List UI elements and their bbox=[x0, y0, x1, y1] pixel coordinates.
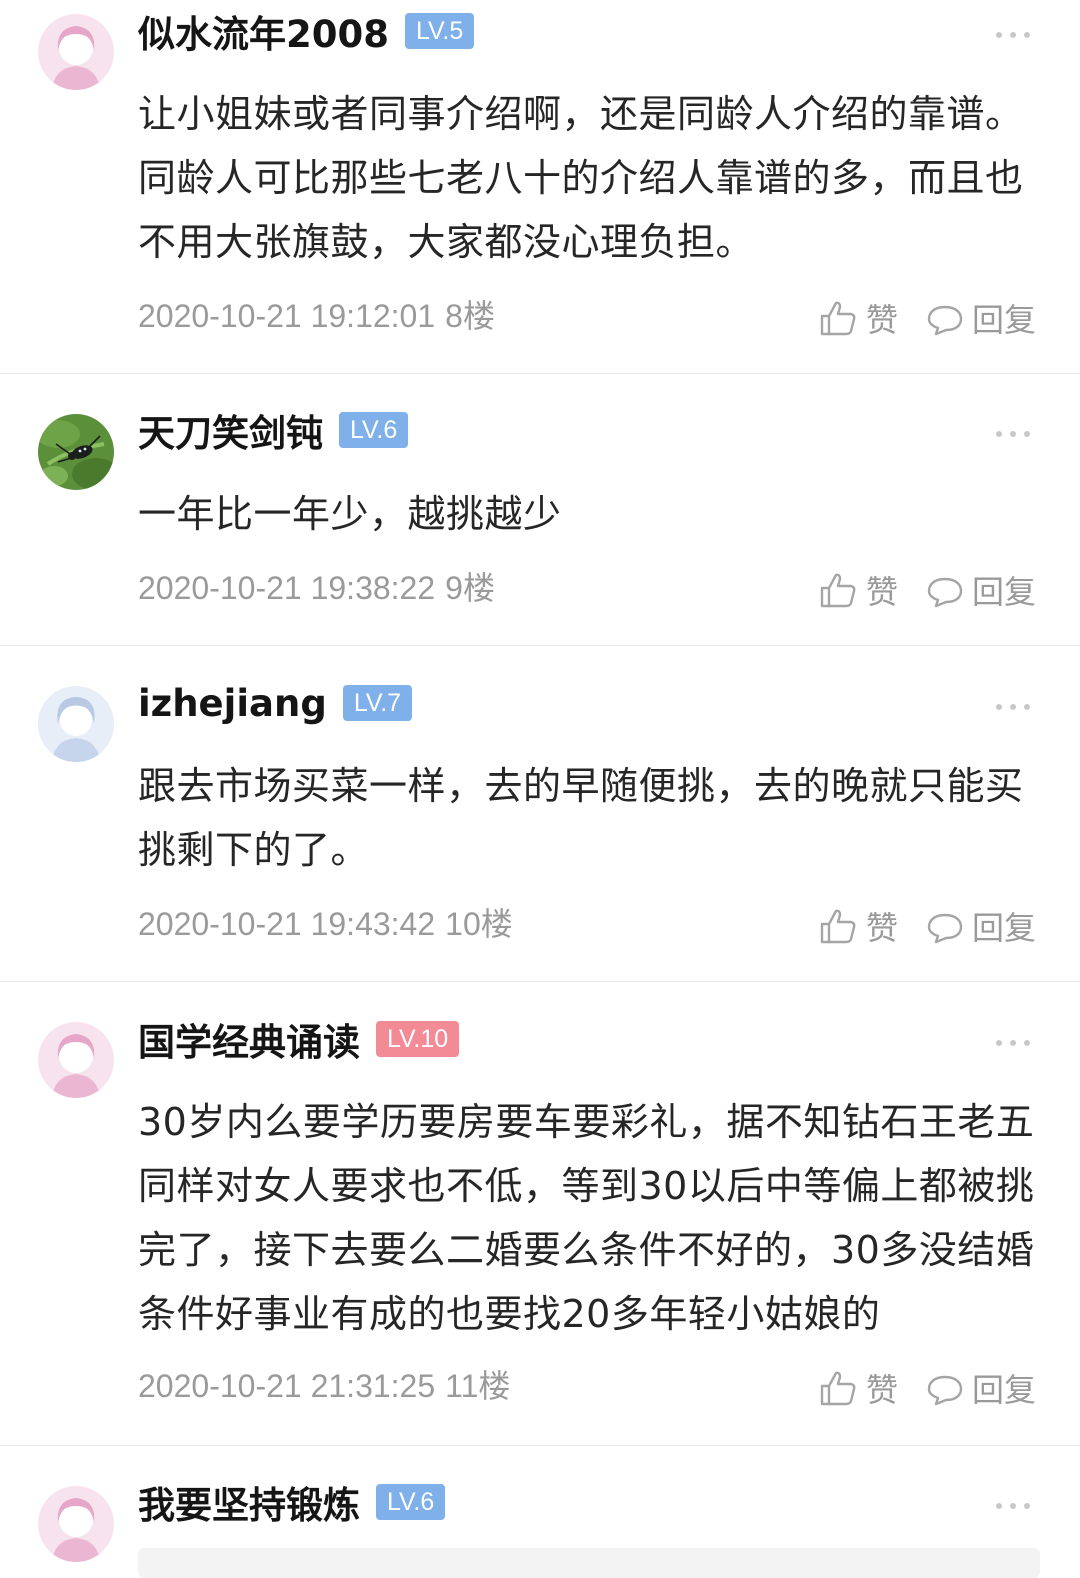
dot-icon bbox=[1024, 431, 1030, 437]
level-badge: LV.5 bbox=[404, 13, 475, 49]
timestamp: 2020-10-21 21:31:25 bbox=[138, 1368, 436, 1404]
beetle-photo-icon bbox=[38, 414, 114, 490]
thumbs-up-icon bbox=[820, 573, 856, 608]
more-options-button[interactable] bbox=[996, 1038, 1030, 1048]
avatar[interactable] bbox=[38, 14, 114, 90]
speech-bubble-icon bbox=[927, 305, 963, 336]
avatar[interactable] bbox=[38, 686, 114, 762]
timestamp: 2020-10-21 19:43:42 bbox=[138, 906, 436, 942]
name-row: 我要坚持锻炼 LV.6 bbox=[138, 1475, 446, 1529]
dot-icon bbox=[1010, 704, 1016, 710]
dot-icon bbox=[1024, 704, 1030, 710]
username[interactable]: 似水流年2008 bbox=[138, 4, 389, 58]
dot-icon bbox=[1010, 1503, 1016, 1509]
comment-text: 30岁内么要学历要房要车要彩礼，据不知钻石王老五同样对女人要求也不低，等到30以… bbox=[138, 1100, 1035, 1336]
like-button[interactable]: 赞 bbox=[818, 1365, 926, 1411]
female-avatar-icon bbox=[38, 14, 114, 90]
floor-number: 8楼 bbox=[445, 298, 495, 334]
level-badge: LV.7 bbox=[342, 685, 413, 721]
like-button[interactable]: 赞 bbox=[818, 295, 926, 341]
name-row: 国学经典诵读 LV.10 bbox=[138, 1012, 460, 1066]
username[interactable]: 我要坚持锻炼 bbox=[138, 1475, 360, 1529]
like-button[interactable]: 赞 bbox=[818, 567, 926, 613]
level-badge: LV.6 bbox=[339, 412, 409, 448]
reply-label: 回复 bbox=[972, 909, 1037, 947]
dot-icon bbox=[996, 704, 1002, 710]
username[interactable]: 国学经典诵读 bbox=[138, 1012, 360, 1066]
female-avatar-icon bbox=[38, 1486, 114, 1562]
speech-bubble-icon bbox=[927, 913, 963, 944]
name-row: 天刀笑剑钝 LV.6 bbox=[138, 403, 409, 457]
dot-icon bbox=[1024, 1503, 1030, 1509]
thumbs-up-icon bbox=[820, 301, 856, 336]
level-badge: LV.10 bbox=[376, 1021, 460, 1057]
comment-meta: 2020-10-21 19:43:42 10楼 bbox=[138, 904, 513, 944]
comment-meta: 2020-10-21 19:38:22 9楼 bbox=[138, 568, 495, 608]
female-avatar-icon bbox=[38, 686, 114, 762]
dot-icon bbox=[1010, 431, 1016, 437]
level-badge: LV.6 bbox=[376, 1484, 446, 1520]
floor-number: 9楼 bbox=[445, 570, 495, 606]
dot-icon bbox=[1024, 32, 1030, 38]
thumbs-up-icon bbox=[820, 909, 856, 944]
comment-card: 国学经典诵读 LV.10 30岁内么要学历要房要车要彩礼，据不知钻石王老五同样对… bbox=[0, 982, 1080, 1444]
comment-text-placeholder bbox=[138, 1548, 1040, 1578]
username[interactable]: 天刀笑剑钝 bbox=[138, 403, 323, 457]
comment-card: 似水流年2008 LV.5 让小姐妹或者同事介绍啊，还是同龄人介绍的靠谱。同龄人… bbox=[0, 0, 1080, 372]
comment-card: 天刀笑剑钝 LV.6 一年比一年少，越挑越少 2020-10-21 19:38:… bbox=[0, 374, 1080, 644]
reply-button[interactable]: 回复 bbox=[926, 295, 1036, 341]
dot-icon bbox=[996, 32, 1002, 38]
reply-label: 回复 bbox=[972, 1371, 1037, 1409]
reply-label: 回复 bbox=[972, 573, 1037, 611]
name-row: 似水流年2008 LV.5 bbox=[138, 4, 475, 58]
comment-text: 一年比一年少，越挑越少 bbox=[138, 492, 562, 536]
reply-button[interactable]: 回复 bbox=[926, 1365, 1036, 1411]
username[interactable]: izhejiang bbox=[138, 682, 327, 725]
speech-bubble-icon bbox=[927, 577, 963, 608]
avatar[interactable] bbox=[38, 1486, 114, 1562]
comment-text: 让小姐妹或者同事介绍啊，还是同龄人介绍的靠谱。同龄人可比那些七老八十的介绍人靠谱… bbox=[138, 92, 1024, 264]
comment-text: 跟去市场买菜一样，去的早随便挑，去的晚就只能买挑剩下的了。 bbox=[138, 764, 1024, 872]
female-avatar-icon bbox=[38, 1022, 114, 1098]
floor-number: 11楼 bbox=[445, 1368, 511, 1404]
more-options-button[interactable] bbox=[996, 429, 1030, 439]
dot-icon bbox=[996, 431, 1002, 437]
dot-icon bbox=[1024, 1040, 1030, 1046]
more-options-button[interactable] bbox=[996, 702, 1030, 712]
reply-button[interactable]: 回复 bbox=[926, 903, 1036, 949]
comment-actions: 赞 回复 bbox=[818, 904, 1043, 948]
like-label: 赞 bbox=[866, 301, 899, 339]
speech-bubble-icon bbox=[927, 1375, 963, 1406]
avatar[interactable] bbox=[38, 414, 114, 490]
comment-meta: 2020-10-21 19:12:01 8楼 bbox=[138, 296, 495, 336]
comment-actions: 赞 回复 bbox=[818, 1366, 1043, 1410]
timestamp: 2020-10-21 19:38:22 bbox=[138, 570, 436, 606]
like-label: 赞 bbox=[866, 573, 899, 611]
timestamp: 2020-10-21 19:12:01 bbox=[138, 298, 436, 334]
floor-number: 10楼 bbox=[445, 906, 513, 942]
like-label: 赞 bbox=[866, 1371, 899, 1409]
comment-card: izhejiang LV.7 跟去市场买菜一样，去的早随便挑，去的晚就只能买挑剩… bbox=[0, 646, 1080, 980]
comment-actions: 赞 回复 bbox=[818, 296, 1043, 340]
dot-icon bbox=[996, 1040, 1002, 1046]
dot-icon bbox=[1010, 32, 1016, 38]
thumbs-up-icon bbox=[820, 1371, 856, 1406]
like-button[interactable]: 赞 bbox=[818, 903, 926, 949]
reply-label: 回复 bbox=[972, 301, 1037, 339]
more-options-button[interactable] bbox=[996, 1501, 1030, 1511]
dot-icon bbox=[1010, 1040, 1016, 1046]
comment-meta: 2020-10-21 21:31:25 11楼 bbox=[138, 1366, 510, 1406]
avatar[interactable] bbox=[38, 1022, 114, 1098]
name-row: izhejiang LV.7 bbox=[138, 678, 413, 728]
like-label: 赞 bbox=[866, 909, 899, 947]
comment-actions: 赞 回复 bbox=[818, 568, 1043, 612]
reply-button[interactable]: 回复 bbox=[926, 567, 1036, 613]
dot-icon bbox=[996, 1503, 1002, 1509]
more-options-button[interactable] bbox=[996, 30, 1030, 40]
